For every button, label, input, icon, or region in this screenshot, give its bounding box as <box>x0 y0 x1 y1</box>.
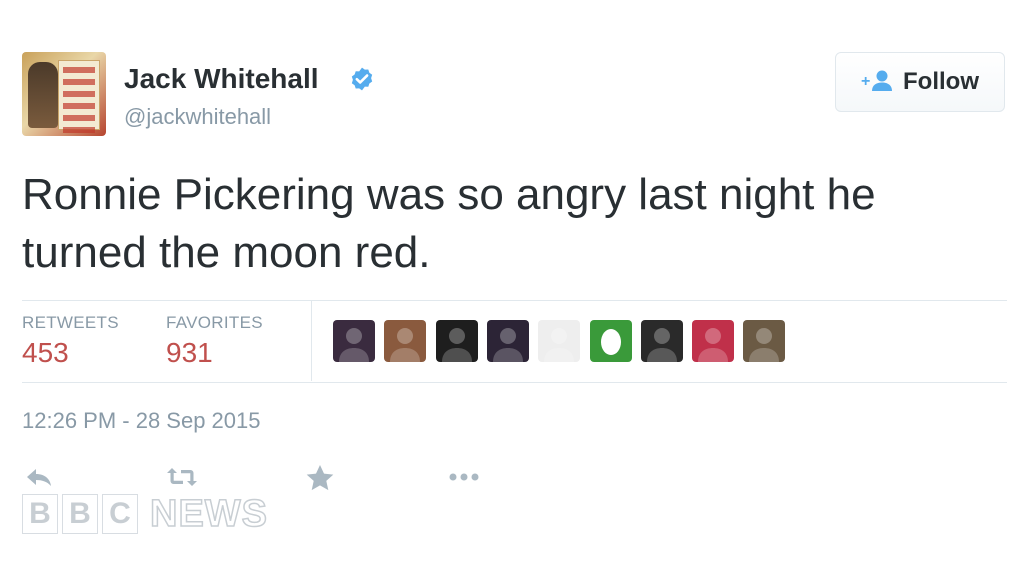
retweet-icon[interactable] <box>164 462 200 492</box>
favoriter-avatar[interactable] <box>641 320 683 362</box>
egg-avatar-icon[interactable] <box>590 320 632 362</box>
profile-handle[interactable]: @jackwhitehall <box>124 103 271 131</box>
follow-button[interactable]: + Follow <box>835 52 1005 112</box>
favoriter-avatar[interactable] <box>436 320 478 362</box>
tweet-text: Ronnie Pickering was so angry last night… <box>22 170 876 277</box>
tweet-timestamp[interactable]: 12:26 PM - 28 Sep 2015 <box>22 408 261 434</box>
profile-avatar[interactable] <box>22 52 106 136</box>
stats-bottom-divider <box>22 382 1007 383</box>
more-icon[interactable] <box>446 462 482 492</box>
favorite-icon[interactable] <box>302 462 338 492</box>
watermark-letter: B <box>62 494 98 534</box>
svg-text:+: + <box>861 73 870 90</box>
retweets-label[interactable]: RETWEETS <box>22 313 119 333</box>
favoriter-avatar[interactable] <box>487 320 529 362</box>
profile-name[interactable]: Jack Whitehall <box>124 62 319 96</box>
reply-icon[interactable] <box>22 462 58 492</box>
add-user-icon: + <box>861 70 892 91</box>
stats-vertical-divider <box>311 301 312 381</box>
watermark-letter: C <box>102 494 138 534</box>
favorites-count[interactable]: 931 <box>166 337 213 369</box>
verified-badge-icon <box>351 67 373 91</box>
retweets-count[interactable]: 453 <box>22 337 69 369</box>
favorites-label[interactable]: FAVORITES <box>166 313 263 333</box>
follow-label: Follow <box>903 68 979 95</box>
avatar-figure <box>28 62 58 128</box>
bbc-news-watermark: B B C NEWS <box>22 492 268 536</box>
avatar-poster <box>58 60 100 133</box>
watermark-letter: B <box>22 494 58 534</box>
stats-top-divider <box>22 300 1007 301</box>
favoriter-avatar[interactable] <box>743 320 785 362</box>
watermark-word: NEWS <box>149 492 268 536</box>
favoriter-avatar[interactable] <box>333 320 375 362</box>
favoriter-avatar[interactable] <box>538 320 580 362</box>
favoriter-avatar[interactable] <box>692 320 734 362</box>
favoriter-avatar[interactable] <box>384 320 426 362</box>
